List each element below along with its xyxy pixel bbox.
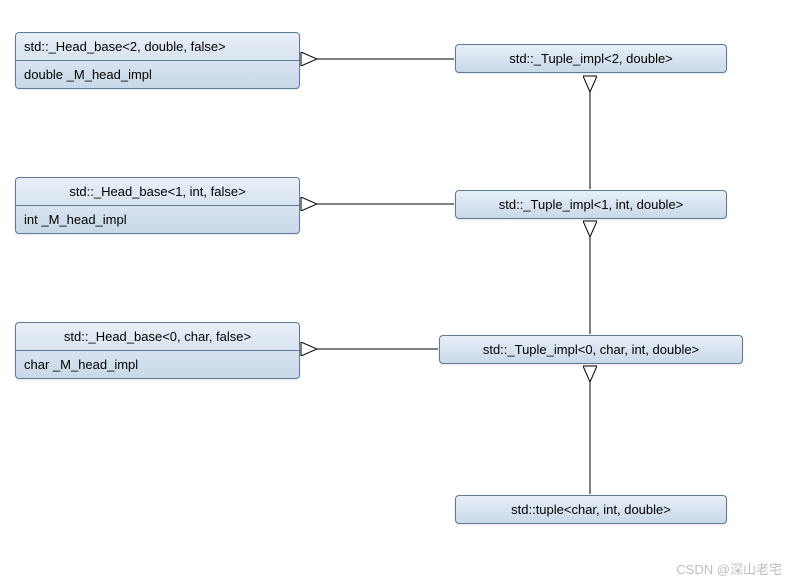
class-attribute: int _M_head_impl [16, 205, 299, 233]
class-title: std::_Head_base<2, double, false> [16, 33, 299, 60]
class-box-head-base-0: std::_Head_base<0, char, false> char _M_… [15, 322, 300, 379]
class-title: std::_Tuple_impl<0, char, int, double> [440, 336, 742, 363]
class-box-head-base-1: std::_Head_base<1, int, false> int _M_he… [15, 177, 300, 234]
class-title: std::_Head_base<1, int, false> [16, 178, 299, 205]
class-box-tuple-impl-2: std::_Tuple_impl<2, double> [455, 44, 727, 73]
class-title: std::_Head_base<0, char, false> [16, 323, 299, 350]
class-attribute: char _M_head_impl [16, 350, 299, 378]
class-box-tuple: std::tuple<char, int, double> [455, 495, 727, 524]
class-attribute: double _M_head_impl [16, 60, 299, 88]
class-title: std::tuple<char, int, double> [456, 496, 726, 523]
class-title: std::_Tuple_impl<2, double> [456, 45, 726, 72]
class-box-tuple-impl-0: std::_Tuple_impl<0, char, int, double> [439, 335, 743, 364]
class-title: std::_Tuple_impl<1, int, double> [456, 191, 726, 218]
class-box-head-base-2: std::_Head_base<2, double, false> double… [15, 32, 300, 89]
watermark: CSDN @深山老宅 [676, 559, 782, 578]
class-box-tuple-impl-1: std::_Tuple_impl<1, int, double> [455, 190, 727, 219]
